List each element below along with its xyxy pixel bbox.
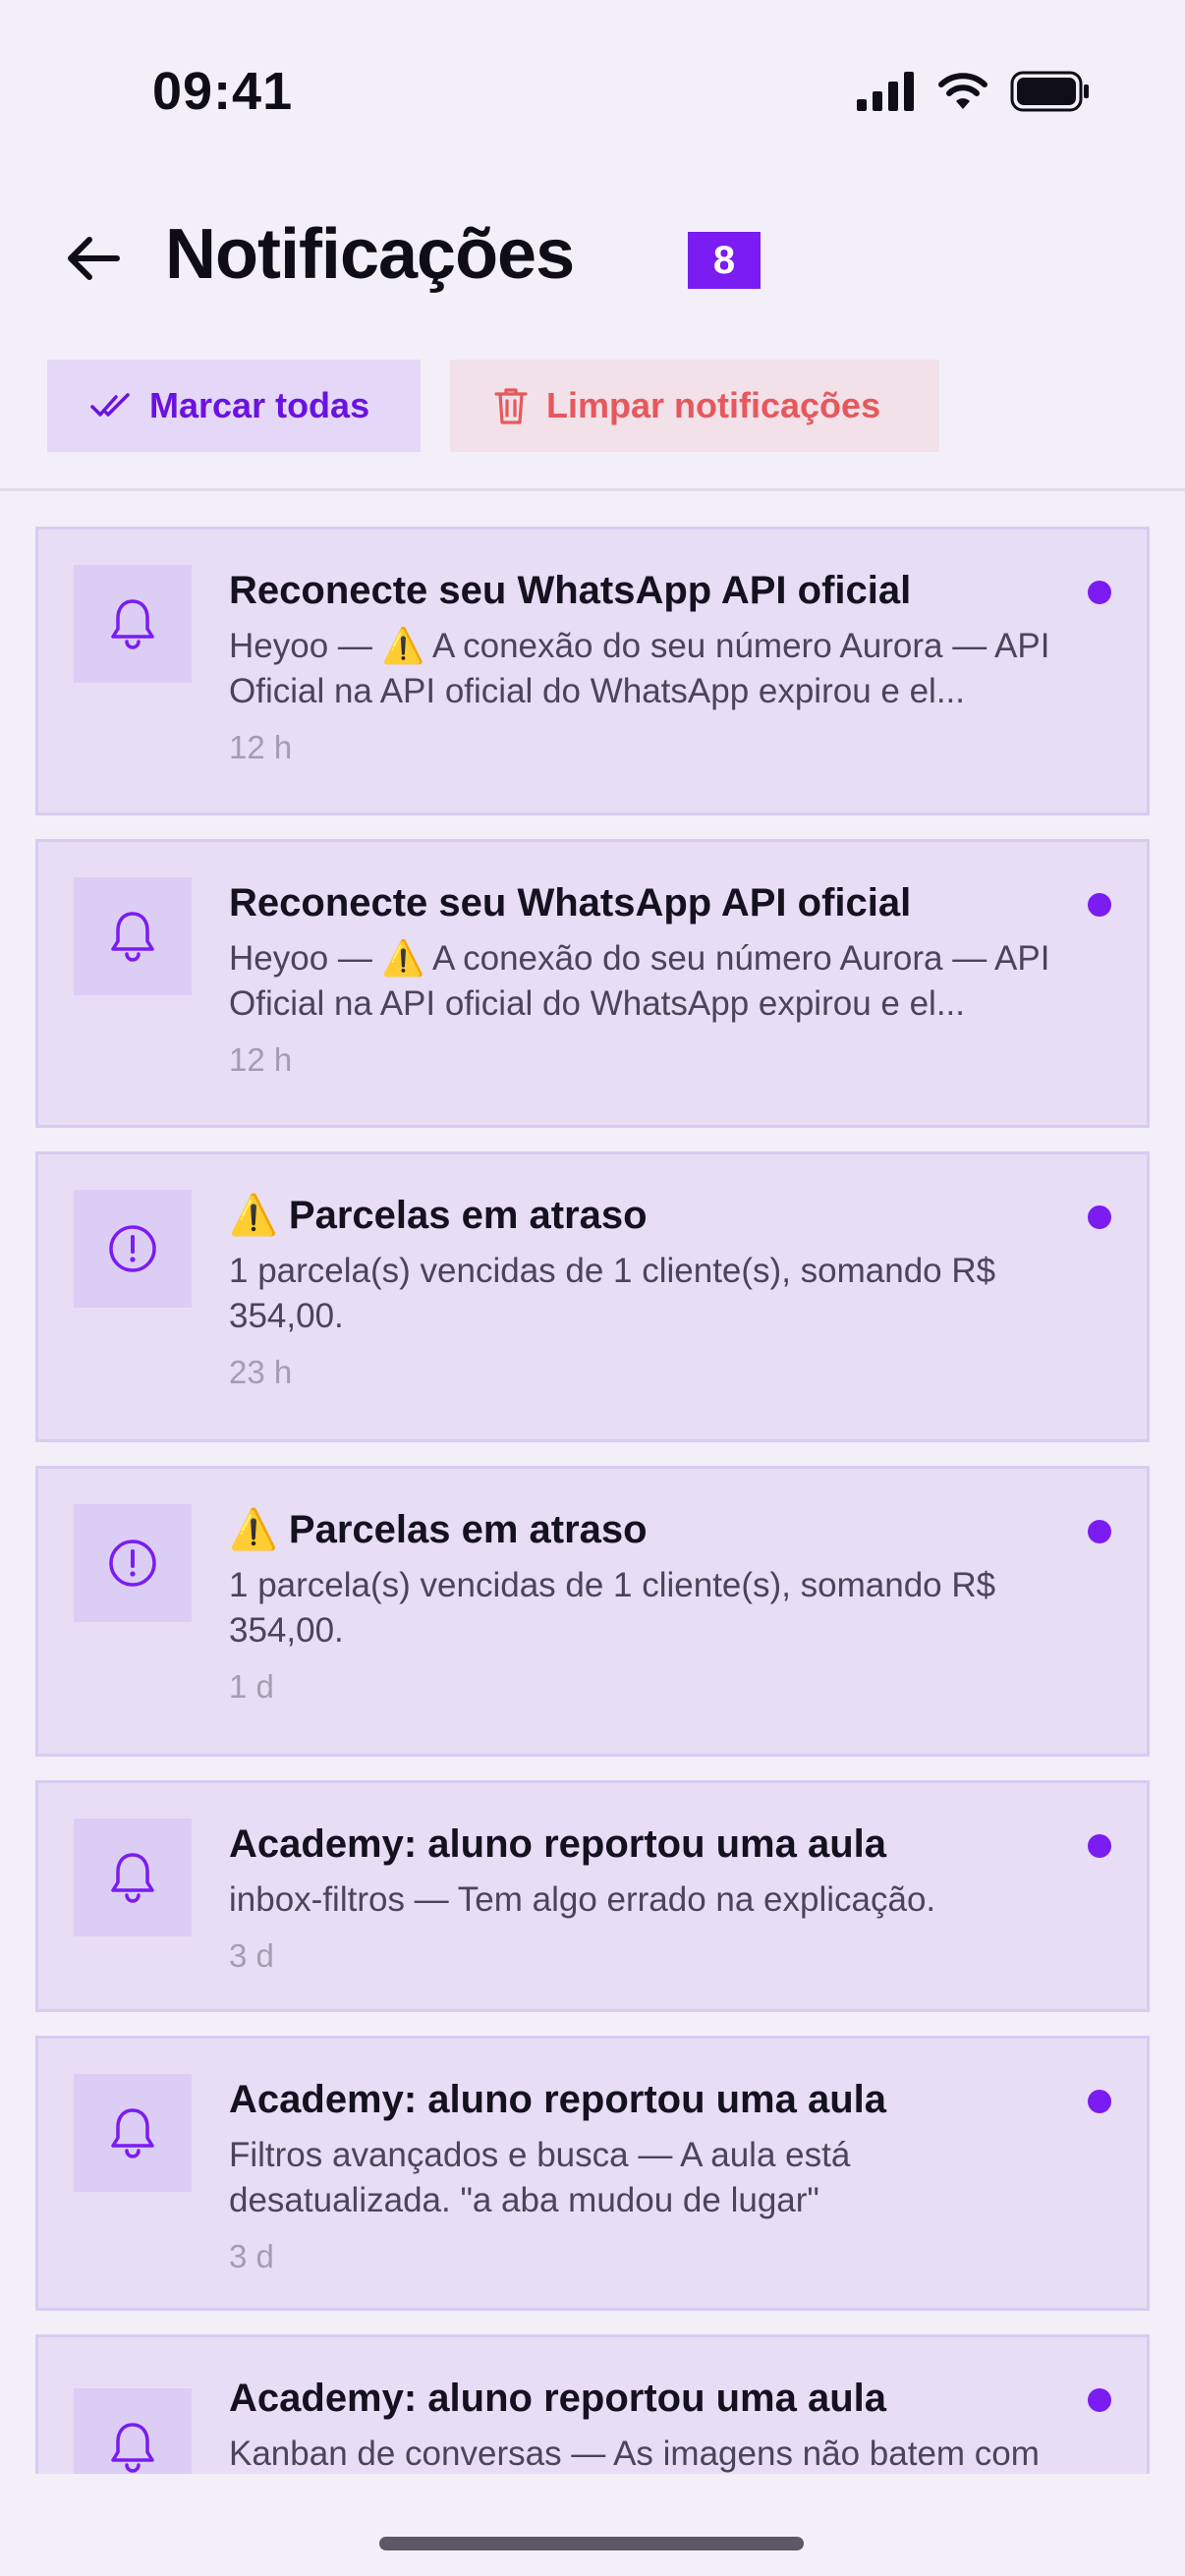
notification-body: Heyoo — ⚠️ A conexão do seu número Auror… [229, 939, 1050, 1023]
battery-icon [1010, 71, 1089, 112]
notification-list[interactable]: Reconecte seu WhatsApp API oficial Heyoo… [35, 527, 1150, 2474]
wifi-icon [938, 73, 988, 109]
notification-icon-box [74, 1819, 192, 1936]
notification-title: Academy: aluno reportou uma aula [229, 1822, 887, 1866]
notification-body: Kanban de conversas — As imagens não bat… [229, 2435, 1040, 2473]
notification-body: inbox-filtros — Tem algo errado na expli… [229, 1880, 936, 1919]
notification-icon-box [74, 1190, 192, 1308]
signal-icon [857, 72, 914, 111]
alert-circle-icon [109, 1225, 156, 1272]
mark-all-read-label: Marcar todas [149, 385, 370, 425]
notification-icon-box [74, 877, 192, 995]
notification-card[interactable]: Reconecte seu WhatsApp API oficial Heyoo… [35, 839, 1150, 1128]
clear-notifications-label: Limpar notificações [546, 385, 881, 425]
notification-time: 3 d [229, 1937, 274, 1974]
notification-title: ⚠️ Parcelas em atraso [229, 1194, 648, 1237]
notification-card[interactable]: Academy: aluno reportou uma aula inbox-f… [35, 1780, 1150, 2012]
bell-icon [111, 912, 154, 962]
notification-time: 1 d [229, 1668, 274, 1705]
notification-time: 23 h [229, 1354, 293, 1390]
notification-card[interactable]: Academy: aluno reportou uma aula Filtros… [35, 2036, 1150, 2311]
action-bar: Marcar todas Limpar notificações [47, 360, 939, 452]
notification-body: Heyoo — ⚠️ A conexão do seu número Auror… [229, 627, 1050, 710]
notification-card[interactable]: Academy: aluno reportou uma aula Kanban … [35, 2334, 1150, 2474]
notification-time: 3 d [229, 2238, 274, 2274]
bell-icon [111, 599, 154, 649]
trash-icon [494, 388, 528, 424]
unread-dot [1088, 1520, 1111, 1543]
notification-body: Filtros avançados e busca — A aula está … [229, 2136, 851, 2219]
notification-title: Academy: aluno reportou uma aula [229, 2377, 887, 2420]
notification-time: 12 h [229, 1041, 293, 1078]
notification-time: 12 h [229, 729, 293, 765]
notification-card[interactable]: ⚠️ Parcelas em atraso 1 parcela(s) venci… [35, 1466, 1150, 1757]
unread-dot [1088, 2090, 1111, 2113]
double-check-icon [90, 393, 130, 417]
back-button[interactable] [59, 224, 128, 293]
bell-icon [111, 2423, 154, 2473]
notification-card[interactable]: Reconecte seu WhatsApp API oficial Heyoo… [35, 527, 1150, 815]
clear-notifications-button[interactable]: Limpar notificações [450, 360, 939, 452]
mark-all-read-button[interactable]: Marcar todas [47, 360, 421, 452]
unread-dot [1088, 1205, 1111, 1229]
notification-title: ⚠️ Parcelas em atraso [229, 1508, 648, 1551]
alert-circle-icon [109, 1540, 156, 1587]
notification-card[interactable]: ⚠️ Parcelas em atraso 1 parcela(s) venci… [35, 1151, 1150, 1442]
bell-icon [111, 1853, 154, 1903]
unread-dot [1088, 893, 1111, 917]
unread-count-badge: 8 [688, 232, 761, 289]
page-title: Notificações [165, 215, 575, 294]
notification-body: 1 parcela(s) vencidas de 1 cliente(s), s… [229, 1566, 996, 1650]
header-divider [0, 488, 1185, 491]
notification-icon-box [74, 1504, 192, 1622]
notification-title: Academy: aluno reportou uma aula [229, 2078, 887, 2121]
arrow-left-icon [68, 237, 120, 280]
unread-dot [1088, 2388, 1111, 2412]
status-bar: 09:41 [0, 0, 1185, 167]
unread-dot [1088, 1834, 1111, 1858]
status-time: 09:41 [152, 62, 294, 121]
home-indicator[interactable] [379, 2537, 804, 2550]
notification-icon-box [74, 2074, 192, 2192]
bell-icon [111, 2108, 154, 2158]
notification-title: Reconecte seu WhatsApp API oficial [229, 569, 912, 612]
unread-dot [1088, 581, 1111, 604]
notification-icon-box [74, 2388, 192, 2474]
notification-body: 1 parcela(s) vencidas de 1 cliente(s), s… [229, 1252, 996, 1335]
status-icons [857, 71, 1091, 112]
notification-title: Reconecte seu WhatsApp API oficial [229, 881, 912, 924]
notification-icon-box [74, 565, 192, 683]
